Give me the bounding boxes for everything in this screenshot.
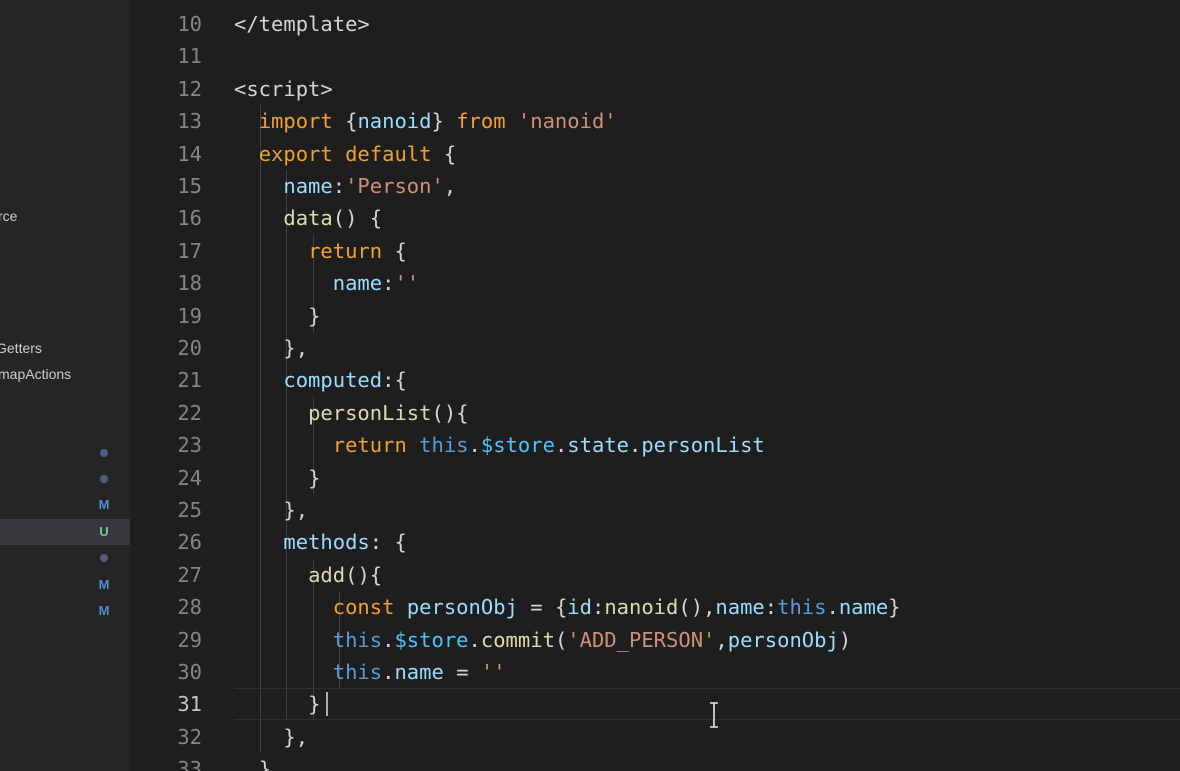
code-line[interactable]: 12 <script> xyxy=(130,73,1180,105)
code-line[interactable]: 21 computed:{ xyxy=(130,364,1180,396)
git-status-untracked-badge: U xyxy=(99,524,109,539)
code-line[interactable]: 23 return this.$store.state.personList xyxy=(130,429,1180,461)
code-line[interactable]: 32 }, xyxy=(130,721,1180,753)
code-text: } xyxy=(258,757,272,771)
code-text: const personObj = {id:nanoid(),name:this… xyxy=(332,595,901,620)
line-number: 32 xyxy=(177,724,202,749)
line-number: 10 xyxy=(177,12,202,36)
code-text: name:'Person', xyxy=(283,174,457,198)
text-caret xyxy=(325,692,328,717)
file-row-selected[interactable]: U xyxy=(0,519,130,545)
code-line[interactable]: 13 import {nanoid} from 'nanoid' xyxy=(130,105,1180,137)
code-line[interactable]: 27 add(){ xyxy=(130,559,1180,591)
code-text: } xyxy=(308,465,321,490)
line-number: 11 xyxy=(177,44,202,69)
sidebar-item-label: Getters xyxy=(0,340,42,356)
line-number: 27 xyxy=(177,562,202,587)
line-number: 28 xyxy=(177,595,202,620)
line-number: 14 xyxy=(177,141,202,166)
code-line[interactable]: 16 data() { xyxy=(130,202,1180,234)
sidebar-item-source[interactable]: rce xyxy=(0,204,17,228)
text-cursor-ibeam-icon xyxy=(708,702,720,728)
code-line[interactable]: 10 </template> xyxy=(130,8,1180,40)
code-text: return { xyxy=(308,238,407,263)
line-number: 29 xyxy=(177,627,202,652)
code-line[interactable]: 15 name:'Person', xyxy=(130,170,1180,202)
code-line[interactable]: 22 personList(){ xyxy=(130,397,1180,429)
code-line[interactable]: 26 methods: { xyxy=(130,526,1180,558)
git-status-modified-badge: M xyxy=(98,603,110,618)
explorer-sidebar: rce Getters mapActions M U M M xyxy=(0,0,130,771)
code-line[interactable]: 28 const personObj = {id:nanoid(),name:t… xyxy=(130,591,1180,623)
line-number: 26 xyxy=(177,530,202,555)
code-line[interactable]: 19 } xyxy=(130,300,1180,332)
line-number: 12 xyxy=(177,76,202,101)
line-number: 24 xyxy=(177,465,202,490)
line-number: 18 xyxy=(177,271,202,296)
code-text: add(){ xyxy=(308,562,383,587)
code-text: }, xyxy=(283,724,309,749)
code-text: export default { xyxy=(258,141,457,166)
code-text: name:'' xyxy=(332,271,420,296)
sidebar-item-label: rce xyxy=(0,208,18,224)
file-row[interactable]: M xyxy=(0,598,130,624)
line-number: 19 xyxy=(177,303,202,328)
file-row[interactable] xyxy=(0,545,130,571)
code-text: computed:{ xyxy=(283,368,407,393)
line-number: 25 xyxy=(177,498,202,522)
code-text: this.$store.commit('ADD_PERSON',personOb… xyxy=(332,627,852,652)
file-row[interactable] xyxy=(0,440,130,466)
git-status-modified-badge: M xyxy=(98,497,110,512)
code-text: data() { xyxy=(283,206,383,231)
sidebar-item-label: mapActions xyxy=(0,366,72,382)
line-number: 20 xyxy=(177,336,202,360)
sidebar-item-getters[interactable]: Getters xyxy=(0,336,42,360)
git-status-modified-badge: M xyxy=(98,577,110,592)
code-text: return this.$store.state.personList xyxy=(332,433,765,458)
line-number: 21 xyxy=(177,368,202,393)
code-text: </template> xyxy=(234,12,370,36)
code-text: this.name = '' xyxy=(332,660,506,684)
code-line[interactable]: 30 this.name = '' xyxy=(130,656,1180,688)
code-text: methods: { xyxy=(283,530,407,555)
line-number: 13 xyxy=(177,109,202,134)
code-line[interactable]: 31 } xyxy=(130,688,1180,721)
file-row[interactable] xyxy=(0,466,130,492)
code-line[interactable]: 14 export default { xyxy=(130,138,1180,170)
line-number: 23 xyxy=(177,433,202,458)
line-number: 17 xyxy=(177,238,202,263)
code-line[interactable]: 33 } xyxy=(130,753,1180,771)
code-line[interactable]: 18 name:'' xyxy=(130,267,1180,299)
folder-changes-dot-icon xyxy=(100,449,108,457)
folder-changes-dot-icon xyxy=(100,554,108,562)
code-line[interactable]: 11 xyxy=(130,40,1180,72)
code-text: <script> xyxy=(234,76,333,101)
line-number: 16 xyxy=(177,206,202,231)
code-line[interactable]: 24 } xyxy=(130,462,1180,494)
code-text: import {nanoid} from 'nanoid' xyxy=(258,109,617,134)
line-number: 31 xyxy=(177,692,202,717)
code-line[interactable]: 29 this.$store.commit('ADD_PERSON',perso… xyxy=(130,624,1180,656)
file-row[interactable]: M xyxy=(0,572,130,598)
sidebar-item-mapactions[interactable]: mapActions xyxy=(0,362,71,386)
line-number: 15 xyxy=(177,174,202,198)
line-number: 30 xyxy=(177,660,202,684)
code-text: }, xyxy=(283,498,309,522)
file-row[interactable]: M xyxy=(0,492,130,518)
line-number: 33 xyxy=(177,757,202,771)
code-editor[interactable]: 10 </template> 11 12 <script> 13 import {nano… xyxy=(130,0,1180,771)
code-text: personList(){ xyxy=(308,400,469,425)
code-text: }, xyxy=(283,336,309,360)
line-number: 22 xyxy=(177,400,202,425)
code-line[interactable]: 20 }, xyxy=(130,332,1180,364)
code-line[interactable]: 17 return { xyxy=(130,235,1180,267)
code-text: } xyxy=(308,692,321,717)
folder-changes-dot-icon xyxy=(100,475,108,483)
code-line[interactable]: 25 }, xyxy=(130,494,1180,526)
code-text: } xyxy=(308,303,321,328)
